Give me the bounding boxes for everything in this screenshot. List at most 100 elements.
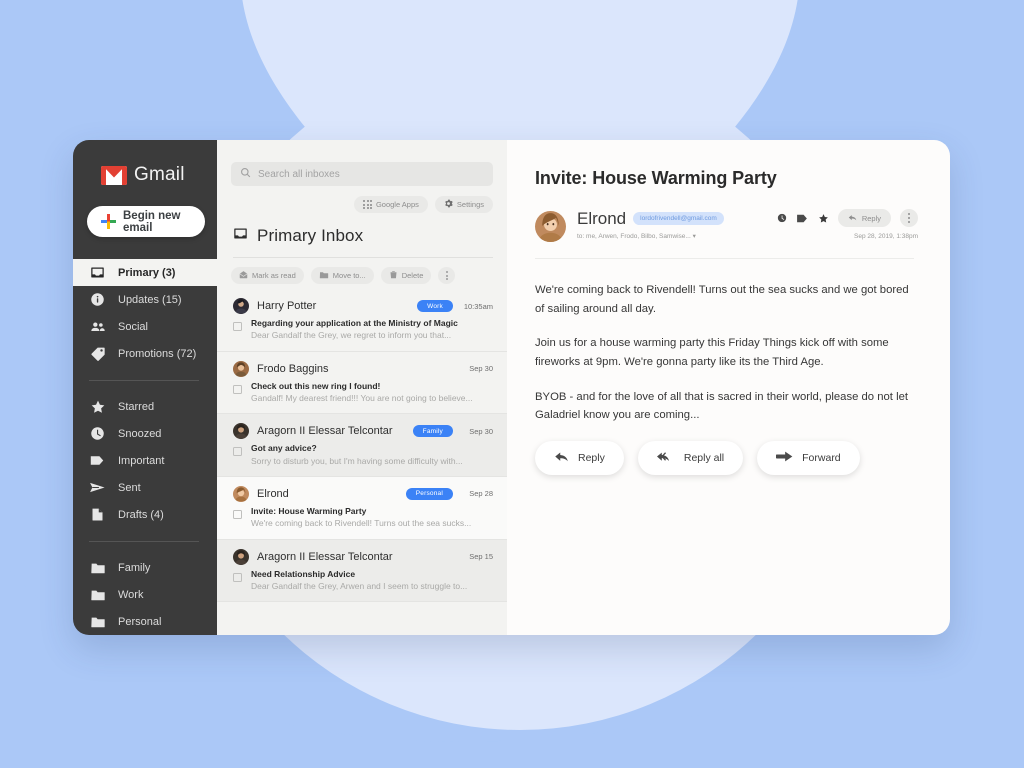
forward-button[interactable]: Forward: [757, 441, 860, 475]
email-preview: Dear Gandalf the Grey, Arwen and I seem …: [251, 580, 467, 592]
page-title: Primary Inbox: [257, 226, 363, 246]
star-icon[interactable]: [818, 213, 829, 224]
compose-button[interactable]: Begin new email: [87, 206, 205, 237]
google-apps-button[interactable]: Google Apps: [354, 196, 428, 213]
email-subject: Check out this new ring I found!: [251, 380, 473, 392]
sidebar-item-work[interactable]: Work: [73, 581, 217, 608]
delete-button[interactable]: Delete: [381, 267, 432, 284]
email-list-item[interactable]: Aragorn II Elessar Telcontar Sep 15 Need…: [217, 540, 507, 603]
status-badge: Work: [417, 300, 453, 312]
sidebar-item-snoozed[interactable]: Snoozed: [73, 420, 217, 447]
email-actions: Reply Reply all Forward: [535, 441, 918, 475]
chip-label: Google Apps: [376, 200, 419, 209]
reply-button[interactable]: Reply: [535, 441, 624, 475]
recipients-line[interactable]: to: me, Arwen, Frodo, Bilbo, Samwise... …: [577, 232, 724, 240]
email-list-item[interactable]: Harry Potter Work 10:35am Regarding your…: [217, 289, 507, 352]
inbox-icon: [89, 264, 106, 281]
move-to-button[interactable]: Move to...: [311, 267, 374, 284]
plus-icon: [101, 214, 116, 229]
reply-quick-label: Reply: [862, 214, 881, 223]
reply-label: Reply: [578, 452, 605, 464]
sidebar-item-family[interactable]: Family: [73, 554, 217, 581]
email-timestamp: Sep 30: [461, 427, 493, 436]
envelope-open-icon: [239, 270, 248, 281]
avatar: [233, 486, 249, 502]
mark-as-read-button[interactable]: Mark as read: [231, 267, 304, 284]
sidebar-item-drafts[interactable]: Drafts (4): [73, 501, 217, 528]
sidebar-item-promotions[interactable]: Promotions (72): [73, 340, 217, 367]
email-timestamp: Sep 30: [461, 364, 493, 373]
avatar: [535, 211, 566, 242]
folder-icon: [89, 559, 106, 576]
sidebar-item-label: Drafts (4): [118, 509, 164, 521]
star-icon: [89, 398, 106, 415]
compose-label: Begin new email: [123, 210, 205, 234]
quick-chips: Google Apps Settings: [217, 196, 493, 213]
email-subject: Need Relationship Advice: [251, 568, 467, 580]
email-list-column: Google Apps Settings Primary Inbox Mark …: [217, 140, 507, 635]
search-bar[interactable]: [231, 162, 493, 186]
info-icon: [89, 291, 106, 308]
sidebar-item-label: Sent: [118, 482, 141, 494]
apps-grid-icon: [363, 200, 372, 209]
email-sender: Elrond: [257, 488, 398, 500]
sidebar-item-updates[interactable]: Updates (15): [73, 286, 217, 313]
email-body: We're coming back to Rivendell! Turns ou…: [535, 281, 918, 425]
tag-icon: [89, 345, 106, 362]
gear-icon: [444, 199, 453, 210]
sidebar-nav: Primary (3) Updates (15) Social Promotio…: [73, 259, 217, 635]
email-list-item[interactable]: Aragorn II Elessar Telcontar Family Sep …: [217, 414, 507, 477]
email-checkbox[interactable]: [233, 385, 242, 394]
sidebar-item-personal[interactable]: Personal: [73, 608, 217, 635]
sidebar-item-label: Promotions (72): [118, 348, 196, 360]
sidebar-item-important[interactable]: Important: [73, 447, 217, 474]
brand: Gmail: [73, 140, 217, 186]
reply-arrow-icon: [554, 449, 569, 467]
header-right: Reply Sep 28, 2019, 1:38pm: [777, 209, 918, 240]
email-checkbox[interactable]: [233, 447, 242, 456]
sidebar-item-label: Family: [118, 562, 150, 574]
email-checkbox[interactable]: [233, 322, 242, 331]
list-more-options-button[interactable]: [438, 267, 455, 284]
search-input[interactable]: [258, 169, 484, 180]
inbox-icon: [233, 226, 248, 246]
email-list-item[interactable]: Frodo Baggins Sep 30 Check out this new …: [217, 352, 507, 415]
sidebar-item-starred[interactable]: Starred: [73, 393, 217, 420]
reply-quick-button[interactable]: Reply: [838, 209, 891, 227]
email-subject: Got any advice?: [251, 442, 463, 454]
reader-more-options-button[interactable]: [900, 209, 918, 227]
search-icon: [240, 165, 251, 183]
clock-icon: [89, 425, 106, 442]
sidebar-item-label: Important: [118, 455, 164, 467]
gmail-app-window: Gmail Begin new email Primary (3) Update…: [73, 140, 950, 635]
header-actions: Reply: [777, 209, 918, 227]
sender-email: lordofrivendell@gmail.com: [633, 212, 724, 225]
settings-button[interactable]: Settings: [435, 196, 493, 213]
sidebar-item-label: Starred: [118, 401, 154, 413]
sidebar-item-sent[interactable]: Sent: [73, 474, 217, 501]
important-marker-icon[interactable]: [796, 213, 809, 224]
email-preview: Gandalf! My dearest friend!!! You are no…: [251, 392, 473, 404]
email-list-item-selected[interactable]: Elrond Personal Sep 28 Invite: House War…: [217, 477, 507, 540]
reply-all-button[interactable]: Reply all: [638, 441, 743, 475]
toolbar-label: Move to...: [333, 271, 366, 280]
sidebar-item-primary[interactable]: Primary (3): [73, 259, 217, 286]
email-header: Elrond lordofrivendell@gmail.com to: me,…: [535, 209, 918, 242]
email-sender: Aragorn II Elessar Telcontar: [257, 425, 405, 437]
email-checkbox[interactable]: [233, 573, 242, 582]
snooze-clock-icon[interactable]: [777, 213, 787, 223]
email-timestamp: Sep 28: [461, 489, 493, 498]
email-subject: Regarding your application at the Minist…: [251, 317, 458, 329]
document-icon: [89, 506, 106, 523]
email-timestamp: 10:35am: [461, 302, 493, 311]
avatar: [233, 298, 249, 314]
email-checkbox[interactable]: [233, 510, 242, 519]
sidebar-divider-1: [89, 380, 199, 381]
send-icon: [89, 479, 106, 496]
sender-name: Elrond: [577, 209, 626, 229]
email-sender: Frodo Baggins: [257, 363, 453, 375]
sidebar-item-label: Primary (3): [118, 267, 175, 279]
sidebar-item-label: Personal: [118, 616, 161, 628]
sidebar-item-social[interactable]: Social: [73, 313, 217, 340]
sidebar-divider-2: [89, 541, 199, 542]
